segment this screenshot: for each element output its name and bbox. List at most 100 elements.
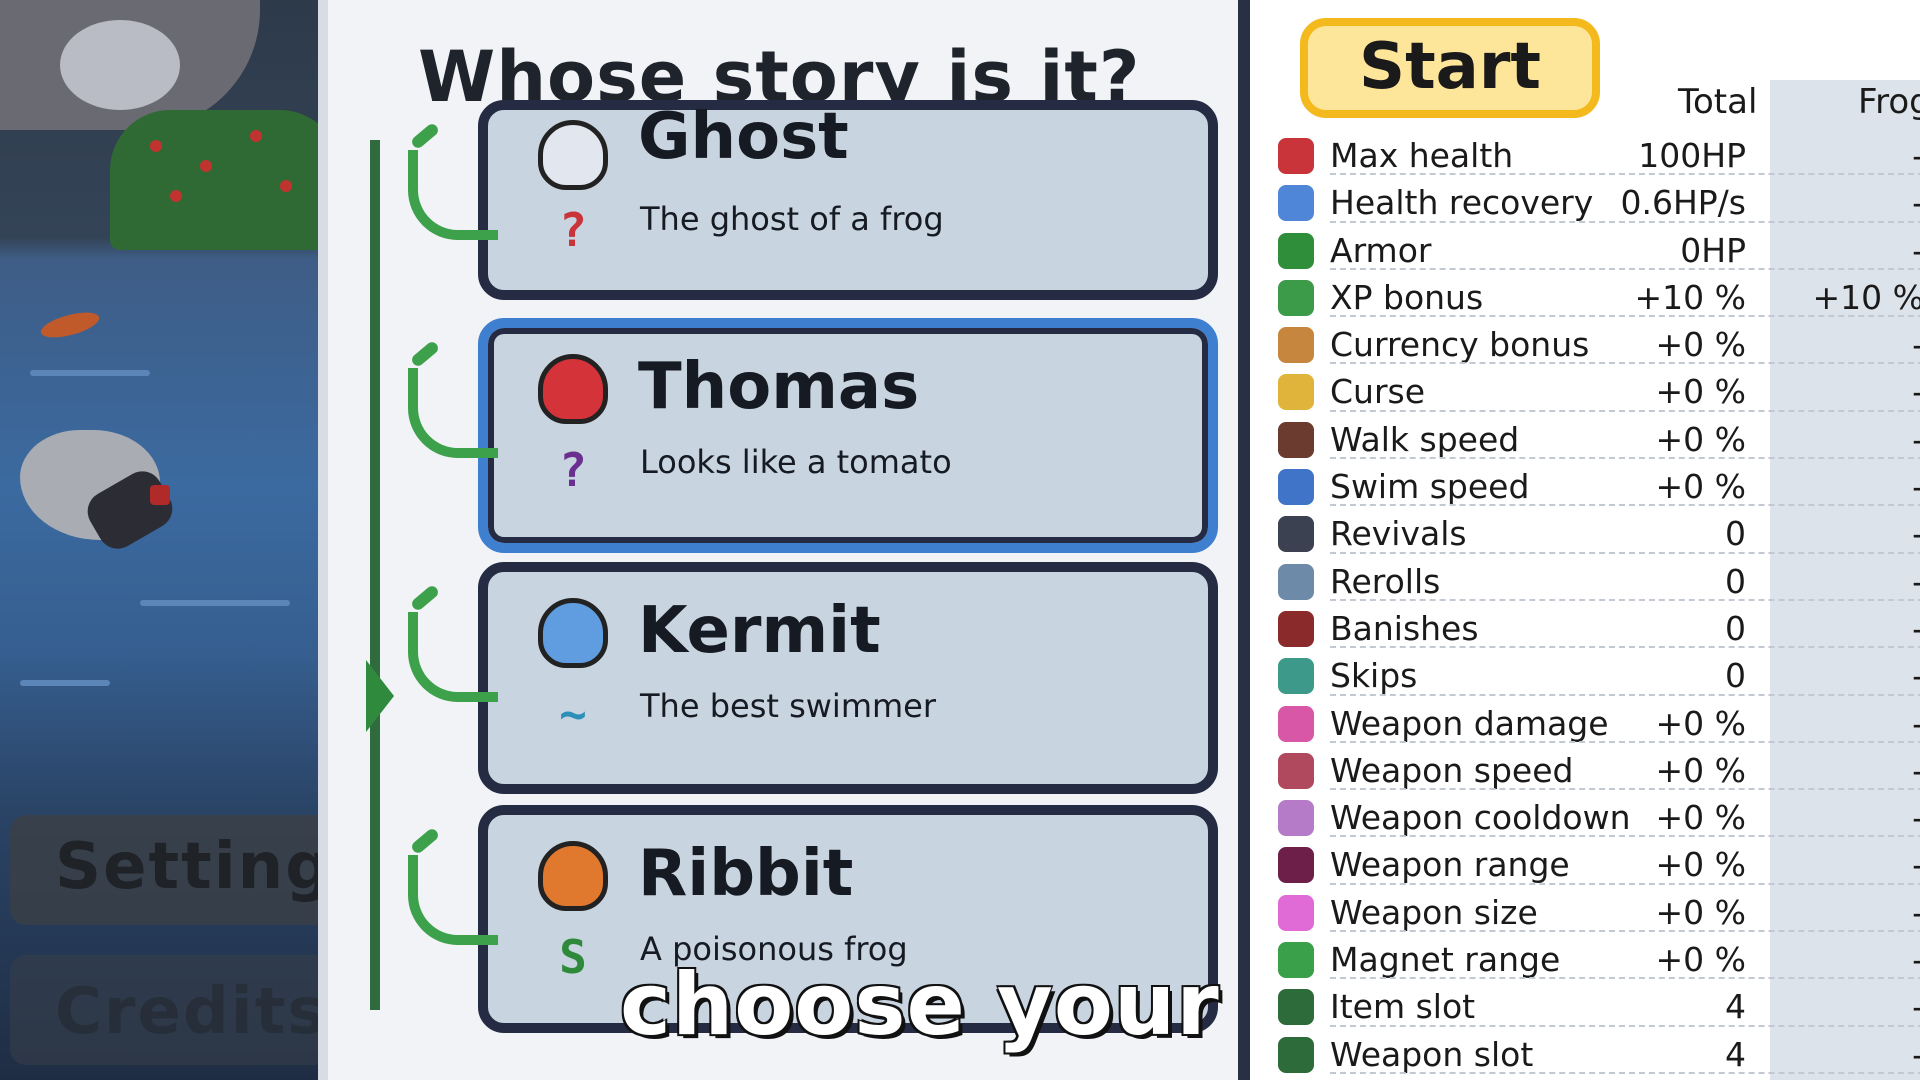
character-description: The best swimmer [640,687,936,725]
stat-row: Rerolls 0 - [1250,558,1920,605]
row-divider [1330,740,1920,743]
stat-frog: - [1912,231,1920,270]
vine-decoration [408,150,498,240]
row-divider [1330,220,1920,223]
stat-total: 0.6HP/s [1620,183,1746,223]
vine-decoration [408,855,498,945]
stat-label: XP bonus [1330,277,1484,317]
stat-row: Swim speed +0 % - [1250,463,1920,510]
character-card-kermit[interactable]: ~ Kermit The best swimmer [408,562,1218,794]
snake-icon: S [559,930,587,984]
cherry-icon [1278,138,1314,174]
stat-label: Health recovery [1330,183,1594,223]
stat-total: +0 % [1655,703,1747,743]
bandage-icon [1278,185,1314,222]
stat-row: Skips 0 - [1250,652,1920,699]
stat-total: +0 % [1655,750,1747,790]
vine-spine [370,140,380,1010]
flower-bush [110,110,340,250]
character-card-thomas[interactable]: ? Thomas Looks like a tomato [408,318,1218,553]
stat-row: Weapon damage +0 % - [1250,700,1920,747]
stat-row: Revivals 0 - [1250,510,1920,557]
leaf-icon [1278,279,1314,316]
stat-label: Curse [1330,372,1426,412]
stat-frog: - [1912,798,1920,837]
row-divider [1330,598,1920,601]
stat-frog: - [1912,467,1920,506]
vine-leaf [409,826,441,856]
boot-icon [1278,421,1314,458]
curse-icon [1278,374,1314,411]
floating-leaf [38,307,102,343]
settings-label: Settings [55,830,340,904]
stat-frog: - [1912,372,1920,411]
swim-icon: ~ [559,687,587,741]
stat-total: +0 % [1655,325,1747,365]
stat-frog: - [1912,845,1920,884]
stat-frog: - [1912,325,1920,364]
water-ripple [20,680,110,686]
vine-leaf [409,583,441,613]
character-name: Thomas [638,350,920,424]
row-divider [1330,1071,1920,1074]
stat-row: Weapon range +0 % - [1250,841,1920,888]
character-description: The ghost of a frog [640,200,944,238]
stat-label: Max health [1330,136,1514,175]
stat-frog: - [1912,136,1920,175]
stat-label: Weapon speed [1330,750,1574,790]
stat-frog: - [1912,893,1920,932]
stat-label: Weapon slot [1330,1034,1534,1074]
row-divider [1330,930,1920,933]
stat-frog: - [1912,562,1920,601]
stat-row: Weapon slot 4 - [1250,1031,1920,1078]
vine-decoration [408,612,498,702]
size-icon [1278,894,1314,931]
stat-total: 0 [1725,608,1746,648]
stat-frog: - [1912,183,1920,222]
stat-frog: - [1912,420,1920,459]
stat-label: Swim speed [1330,467,1530,507]
stat-total: +0 % [1655,940,1747,980]
stat-total: +0 % [1655,892,1747,932]
curse-icon: ? [559,203,587,257]
revival-icon [1278,516,1314,553]
stat-frog: +10 % [1812,277,1920,317]
stat-label: Magnet range [1330,940,1561,980]
goggles-icon [1278,469,1314,506]
row-divider [1330,362,1920,365]
magnet-icon [1278,942,1314,979]
poison-frog-icon [538,841,608,911]
vine-leaf [409,339,441,369]
stat-frog: - [1912,656,1920,695]
credits-label: Credits [55,975,328,1049]
stat-row: Weapon cooldown +0 % - [1250,794,1920,841]
stat-frog: - [1912,751,1920,790]
ghost-icon [538,120,608,190]
stat-total: 0 [1725,656,1746,696]
stat-total: +0 % [1655,798,1747,838]
stat-total: 0 [1725,561,1746,601]
stat-total: 4 [1725,987,1746,1027]
character-name: Kermit [638,594,881,668]
character-name: Ghost [638,100,849,174]
character-description: Looks like a tomato [640,443,952,481]
stat-label: Banishes [1330,608,1479,648]
stat-total: +0 % [1655,845,1747,885]
start-button[interactable]: Start [1300,18,1600,118]
stat-total: +0 % [1655,419,1747,459]
stat-row: XP bonus +10 % +10 % [1250,274,1920,321]
row-divider [1330,267,1920,270]
stat-total: 100HP [1638,136,1746,175]
stone-shape [60,20,180,110]
range-icon [1278,847,1314,884]
stat-frog: - [1912,609,1920,648]
row-divider [1330,882,1920,885]
stat-row: Item slot 4 - [1250,983,1920,1030]
character-card-ghost[interactable]: ? Ghost The ghost of a frog [408,100,1218,300]
stat-label: Walk speed [1330,419,1520,459]
row-divider [1330,551,1920,554]
row-divider [1330,315,1920,318]
stat-total: +0 % [1655,372,1747,412]
stat-row: Magnet range +0 % - [1250,936,1920,983]
column-header-total: Total [1678,82,1758,122]
